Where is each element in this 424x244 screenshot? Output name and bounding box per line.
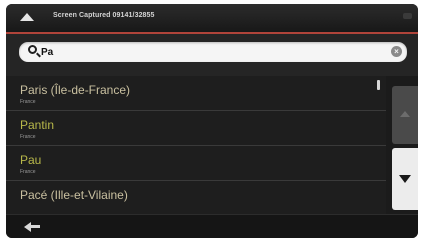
scroll-up-button[interactable] [392,86,418,144]
search-box[interactable]: × [19,42,407,62]
status-indicator [403,13,412,19]
result-country: France [20,99,36,105]
result-country: France [20,134,36,140]
results-list[interactable]: Paris (Île-de-France) France Pantin Fran… [6,76,386,214]
list-item[interactable]: Paris (Île-de-France) France [6,76,386,111]
up-arrow-icon[interactable] [20,13,34,21]
window-title: Screen Captured 09141/32855 [53,12,155,19]
result-country: France [20,169,36,175]
down-arrow-icon [399,175,411,183]
search-input[interactable] [41,43,381,61]
bottom-bar [6,214,418,238]
search-icon [28,45,37,54]
scroll-position-indicator [377,80,380,90]
back-button[interactable] [24,220,46,234]
result-name: Paris (Île-de-France) [20,83,131,97]
search-area: × [6,34,418,76]
scroll-down-button[interactable] [392,148,418,210]
clear-icon[interactable]: × [391,46,402,57]
result-name: Pantin [20,118,55,132]
list-item[interactable]: Pau France [6,146,386,181]
title-bar: Screen Captured 09141/32855 [6,4,418,34]
list-item[interactable]: Pacé (Ille-et-Vilaine) [6,181,386,216]
navigation-screen: Screen Captured 09141/32855 × Paris (Île… [6,4,418,238]
back-arrow-shaft [30,225,40,228]
up-arrow-icon [400,111,410,117]
result-name: Pau [20,153,42,167]
result-name: Pacé (Ille-et-Vilaine) [20,188,128,202]
list-item[interactable]: Pantin France [6,111,386,146]
